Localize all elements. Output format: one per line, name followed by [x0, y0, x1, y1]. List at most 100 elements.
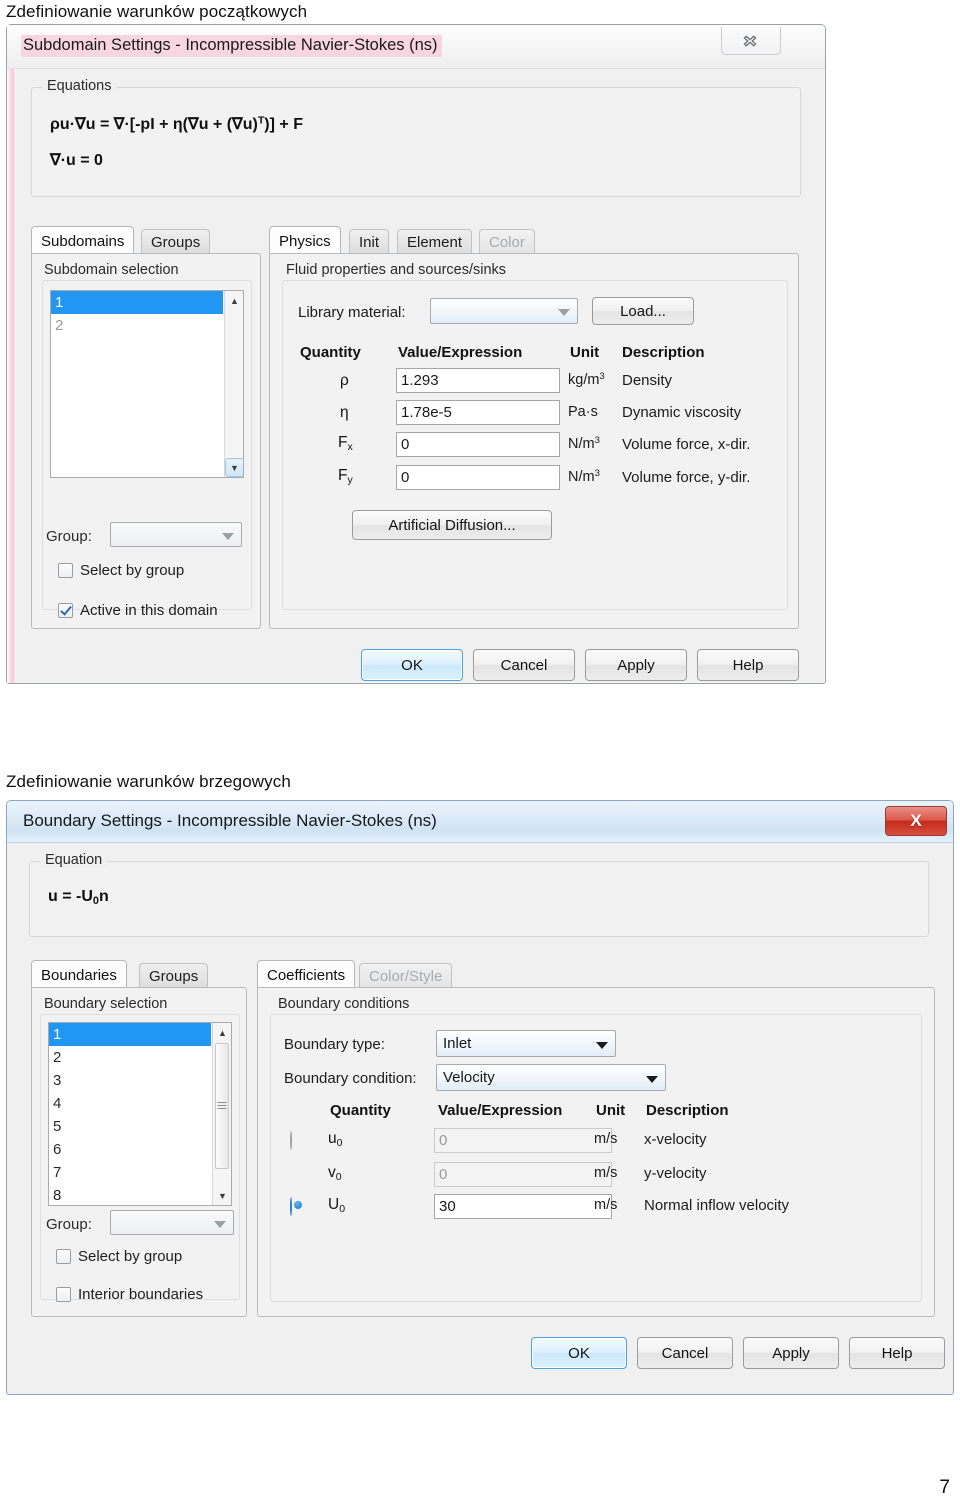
cancel-button-1[interactable]: Cancel [473, 649, 575, 681]
ok-button-2[interactable]: OK [531, 1337, 627, 1369]
density-input[interactable]: 1.293 [396, 368, 560, 393]
subdomain-selection-label: Subdomain selection [44, 262, 179, 278]
unit-viscosity: Pa·s [568, 404, 598, 420]
tab-groups-left-2-label: Groups [149, 968, 199, 985]
subdomain-listbox-scrollbar[interactable]: ▲ ▼ [224, 291, 243, 477]
boundary-type-combo[interactable]: Inlet [436, 1030, 616, 1057]
list-item[interactable]: 7 [49, 1161, 211, 1184]
boundary-settings-dialog: Boundary Settings - Incompressible Navie… [6, 800, 954, 1395]
group-combo-1[interactable] [110, 522, 242, 547]
tab-groups-left-2[interactable]: Groups [139, 963, 209, 987]
tab-init-label: Init [359, 234, 380, 251]
physics-tabpanel: Fluid properties and sources/sinks Libra… [269, 253, 799, 629]
boundary-listbox-scrollbar[interactable]: ▲ ▼ [212, 1023, 231, 1205]
scroll-up-icon[interactable]: ▲ [225, 291, 243, 310]
equation-groupbox: Equation u = -U0n [29, 852, 929, 937]
list-item[interactable]: 3 [49, 1069, 211, 1092]
tab-color-style: Color/Style [359, 963, 453, 987]
ok-button-1[interactable]: OK [361, 649, 463, 681]
scroll-down-icon[interactable]: ▼ [213, 1186, 231, 1205]
load-button[interactable]: Load... [592, 297, 694, 325]
equation-line-boundary: u = -U0n [48, 888, 109, 908]
subdomains-tabpanel: Subdomain selection 1 2 ▲ ▼ Group: Selec… [31, 253, 261, 629]
tab-groups-left[interactable]: Groups [141, 229, 211, 253]
artificial-diffusion-button[interactable]: Artificial Diffusion... [352, 510, 552, 540]
unit-normal-inflow: m/s [594, 1197, 618, 1213]
interior-boundaries-checkbox[interactable]: Interior boundaries [56, 1286, 203, 1303]
group-label-1: Group: [46, 528, 92, 545]
tab-physics[interactable]: Physics [269, 226, 341, 253]
column-header-value: Value/Expression [398, 344, 523, 361]
apply-button-1-label: Apply [617, 656, 655, 674]
x-velocity-value: 0 [439, 1132, 448, 1149]
scrollbar-grip [217, 1102, 227, 1109]
tab-subdomains[interactable]: Subdomains [31, 226, 135, 253]
tab-init[interactable]: Init [349, 229, 390, 253]
library-material-combo[interactable] [430, 298, 578, 324]
list-item[interactable]: 1 [51, 291, 223, 314]
equations-label: Equations [42, 78, 117, 94]
column-header-description-2: Description [646, 1102, 729, 1119]
select-by-group-checkbox-2[interactable]: Select by group [56, 1248, 182, 1265]
boundary-condition-combo[interactable]: Velocity [436, 1064, 666, 1091]
tab-physics-label: Physics [279, 232, 331, 250]
close-icon[interactable]: X [885, 806, 947, 836]
volume-force-y-input[interactable]: 0 [396, 465, 560, 490]
close-icon[interactable] [721, 27, 781, 55]
tab-element[interactable]: Element [397, 229, 473, 253]
list-item[interactable]: 4 [49, 1092, 211, 1115]
tab-boundaries-label: Boundaries [41, 966, 117, 984]
apply-button-2-label: Apply [772, 1344, 810, 1362]
group-combo-2[interactable] [110, 1210, 234, 1235]
select-by-group-label-2: Select by group [78, 1248, 183, 1265]
equation-line-1: ρu·∇u = ∇·[-pI + η(∇u + (∇u)T)] + F [50, 114, 303, 133]
help-button-1[interactable]: Help [697, 649, 799, 681]
normal-inflow-velocity-input[interactable]: 30 [434, 1194, 612, 1219]
cancel-button-2[interactable]: Cancel [637, 1337, 733, 1369]
description-volume-force-x: Volume force, x-dir. [622, 436, 751, 453]
list-item[interactable]: 5 [49, 1115, 211, 1138]
y-velocity-input[interactable]: 0 [434, 1162, 612, 1187]
boundary-conditions-frame [270, 1014, 922, 1302]
radio-U0[interactable] [290, 1197, 306, 1216]
list-item[interactable]: 8 [49, 1184, 211, 1205]
chevron-down-icon [646, 1075, 658, 1083]
artificial-diffusion-label: Artificial Diffusion... [388, 516, 516, 534]
column-header-quantity-2: Quantity [330, 1102, 391, 1119]
help-button-2[interactable]: Help [849, 1337, 945, 1369]
radio-u0[interactable] [290, 1131, 306, 1150]
coefficients-tabpanel: Boundary conditions Boundary type: Inlet… [257, 987, 935, 1317]
volume-force-x-input[interactable]: 0 [396, 432, 560, 457]
active-in-domain-label: Active in this domain [80, 602, 218, 619]
fluid-properties-label: Fluid properties and sources/sinks [286, 262, 507, 278]
boundary-type-value: Inlet [443, 1035, 472, 1052]
active-in-domain-checkbox[interactable]: Active in this domain [58, 602, 218, 619]
apply-button-1[interactable]: Apply [585, 649, 687, 681]
equation-label: Equation [40, 852, 108, 868]
apply-button-2[interactable]: Apply [743, 1337, 839, 1369]
ok-button-2-label: OK [568, 1344, 590, 1362]
boundary-listbox[interactable]: 1 2 3 4 5 6 7 8 ▲ ▼ [48, 1022, 232, 1206]
description-volume-force-y: Volume force, y-dir. [622, 469, 751, 486]
subdomain-listbox[interactable]: 1 2 ▲ ▼ [50, 290, 244, 478]
quantity-eta: η [340, 404, 349, 421]
boundary-condition-value: Velocity [443, 1069, 495, 1086]
list-item[interactable]: 2 [51, 314, 223, 337]
scroll-down-icon[interactable]: ▼ [225, 458, 243, 477]
page-heading-initial-conditions: Zdefiniowanie warunków początkowych [6, 2, 308, 21]
scrollbar-thumb[interactable] [215, 1043, 229, 1169]
ok-button-1-label: OK [401, 656, 423, 674]
volume-force-y-value: 0 [401, 469, 410, 486]
x-velocity-input[interactable]: 0 [434, 1128, 612, 1153]
library-material-label: Library material: [298, 304, 406, 321]
scroll-up-icon[interactable]: ▲ [213, 1023, 231, 1042]
tab-boundaries[interactable]: Boundaries [31, 960, 127, 987]
dialog2-titlebar[interactable]: Boundary Settings - Incompressible Navie… [7, 801, 953, 843]
tab-coefficients[interactable]: Coefficients [257, 960, 356, 987]
list-item[interactable]: 6 [49, 1138, 211, 1161]
viscosity-input[interactable]: 1.78e-5 [396, 400, 560, 425]
list-item[interactable]: 2 [49, 1046, 211, 1069]
list-item[interactable]: 1 [49, 1023, 211, 1046]
dialog1-titlebar[interactable]: Subdomain Settings - Incompressible Navi… [7, 25, 825, 69]
select-by-group-checkbox-1[interactable]: Select by group [58, 562, 184, 579]
